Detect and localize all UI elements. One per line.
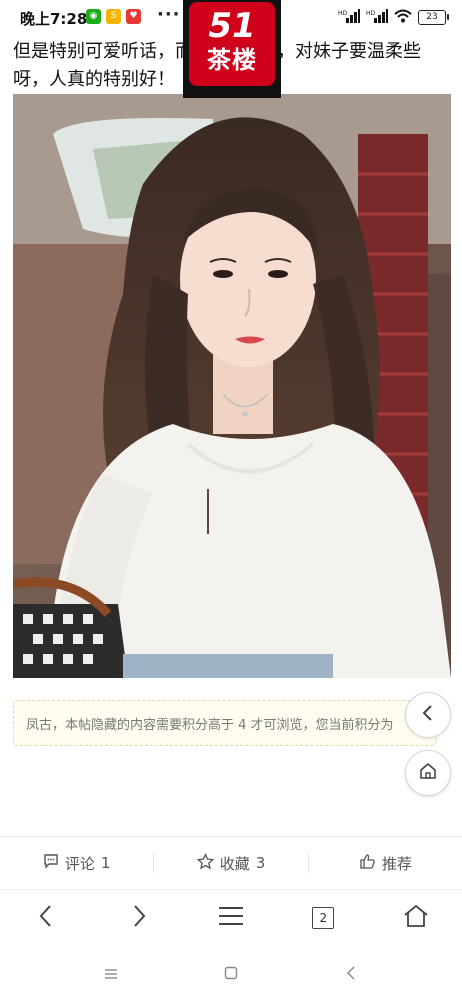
post-text-line: ，对妹子要温柔些 [277, 41, 421, 62]
system-home-button[interactable] [216, 959, 246, 989]
battery-icon: 23 [418, 10, 449, 25]
signal-icon: HD [338, 9, 360, 26]
comment-count: 1 [100, 854, 111, 872]
back-floating-button[interactable] [405, 692, 451, 738]
status-notification-icons: ◉ S ♥ [86, 9, 141, 24]
app-notification-icon: S [106, 9, 121, 24]
browser-home-button[interactable] [391, 896, 441, 940]
menu-icon [218, 905, 244, 931]
system-menu-button[interactable] [96, 959, 126, 989]
post-photo[interactable] [13, 94, 451, 678]
star-icon [196, 852, 214, 874]
wifi-icon [394, 8, 412, 27]
browser-forward-button[interactable] [114, 896, 164, 940]
favorite-count: 3 [255, 854, 266, 872]
square-icon [224, 965, 238, 984]
comment-button[interactable]: 评论 1 [0, 853, 153, 874]
menu-icon [104, 965, 118, 984]
home-icon [403, 904, 429, 932]
hidden-content-notice: 凤古，本帖隐藏的内容需要积分高于 4 才可浏览，您当前积分为 [13, 700, 437, 746]
comment-icon [43, 853, 59, 873]
chevron-left-icon [346, 965, 356, 984]
app-notification-icon: ◉ [86, 9, 101, 24]
thumbs-up-icon [359, 853, 376, 874]
browser-menu-button[interactable] [206, 896, 256, 940]
site-logo: 51 茶楼 [189, 2, 275, 86]
tab-count: 2 [312, 907, 335, 929]
recommend-button[interactable]: 推荐 [309, 853, 462, 874]
notice-text: 凤古，本帖隐藏的内容需要积分高于 4 才可浏览，您当前积分为 [26, 718, 394, 733]
status-time: 晚上7:28 [20, 10, 88, 28]
favorite-button[interactable]: 收藏 3 [154, 852, 307, 874]
home-floating-button[interactable] [405, 750, 451, 796]
photo-illustration [13, 94, 451, 678]
status-indicators: HD HD 23 [338, 8, 449, 27]
system-back-button[interactable] [336, 959, 366, 989]
svg-text:HD: HD [338, 10, 348, 17]
browser-back-button[interactable] [21, 896, 71, 940]
post-text-line: 但是特别可爱听话，而 [13, 41, 193, 62]
favorite-label: 收藏 [219, 854, 250, 873]
home-icon [418, 761, 438, 785]
system-navigation-bar [0, 948, 462, 1000]
chevron-right-icon [131, 904, 147, 932]
browser-toolbar: 2 [0, 890, 462, 946]
more-notifications-icon: ··· [157, 4, 181, 25]
logo-name: 茶楼 [207, 46, 257, 74]
site-logo-badge: 51 茶楼 [183, 0, 281, 98]
browser-tabs-button[interactable]: 2 [298, 896, 348, 940]
chevron-left-icon [421, 704, 435, 726]
app-notification-icon: ♥ [126, 9, 141, 24]
svg-text:HD: HD [366, 10, 376, 17]
signal-icon: HD [366, 9, 388, 26]
logo-number: 51 [208, 6, 256, 46]
comment-label: 评论 [64, 854, 95, 873]
post-action-bar: 评论 1 收藏 3 推荐 [0, 836, 462, 890]
recommend-label: 推荐 [381, 854, 412, 873]
chevron-left-icon [38, 904, 54, 932]
